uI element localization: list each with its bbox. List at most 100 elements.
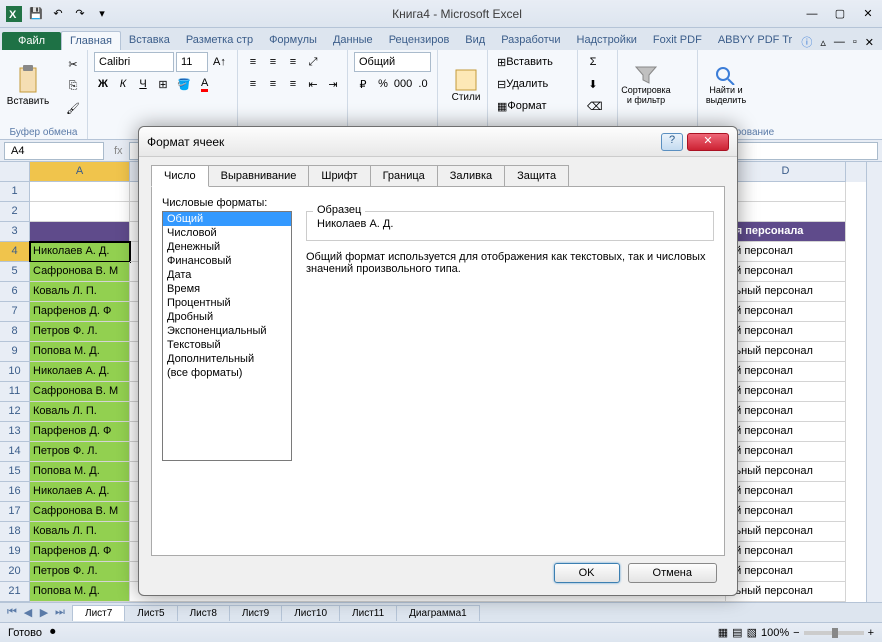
cell[interactable]: ой персонал — [726, 302, 846, 322]
dialog-tab-1[interactable]: Выравнивание — [208, 165, 310, 187]
cell[interactable]: Коваль Л. П. — [30, 402, 130, 422]
close-icon[interactable]: ✕ — [858, 6, 878, 22]
minimize-icon[interactable]: — — [802, 6, 822, 22]
cell[interactable]: Сафронова В. М — [30, 502, 130, 522]
italic-button[interactable]: К — [114, 74, 132, 94]
row-header[interactable]: 1 — [0, 182, 30, 202]
maximize-icon[interactable]: ▢ — [830, 6, 850, 22]
cell[interactable]: ой персонал — [726, 442, 846, 462]
row-header[interactable]: 4 — [0, 242, 30, 262]
dialog-tab-4[interactable]: Заливка — [437, 165, 505, 187]
sheet-nav-prev-icon[interactable]: ◀ — [20, 606, 36, 619]
format-item[interactable]: (все форматы) — [163, 366, 291, 380]
format-item[interactable]: Время — [163, 282, 291, 296]
align-left-icon[interactable]: ≡ — [244, 74, 262, 94]
ribbon-tab-6[interactable]: Вид — [457, 31, 493, 50]
cell[interactable] — [30, 222, 130, 242]
paste-button[interactable]: Вставить — [6, 52, 50, 118]
format-item[interactable]: Числовой — [163, 226, 291, 240]
align-top-icon[interactable]: ≡ — [244, 52, 262, 72]
fill-color-icon[interactable]: 🪣 — [174, 74, 194, 94]
format-item[interactable]: Финансовый — [163, 254, 291, 268]
cell[interactable]: Парфенов Д. Ф — [30, 422, 130, 442]
dialog-tab-5[interactable]: Защита — [504, 165, 569, 187]
cell[interactable]: Николаев А. Д. — [30, 242, 130, 262]
row-header[interactable]: 9 — [0, 342, 30, 362]
cut-icon[interactable]: ✂ — [63, 54, 83, 74]
dialog-tab-2[interactable]: Шрифт — [308, 165, 370, 187]
format-item[interactable]: Общий — [163, 212, 291, 226]
sheet-tab[interactable]: Лист5 — [124, 605, 177, 621]
ribbon-tab-7[interactable]: Разработчи — [493, 31, 568, 50]
cell[interactable]: ой персонал — [726, 242, 846, 262]
cell[interactable]: льный персонал — [726, 582, 846, 602]
zoom-level[interactable]: 100% — [761, 627, 789, 639]
underline-button[interactable]: Ч — [134, 74, 152, 94]
dialog-close-icon[interactable]: ✕ — [687, 133, 729, 151]
row-header[interactable]: 10 — [0, 362, 30, 382]
cell[interactable]: Попова М. Д. — [30, 582, 130, 602]
align-bottom-icon[interactable]: ≡ — [284, 52, 302, 72]
dialog-help-icon[interactable]: ? — [661, 133, 683, 151]
cell[interactable]: Петров Ф. Л. — [30, 562, 130, 582]
row-header[interactable]: 3 — [0, 222, 30, 242]
row-header[interactable]: 16 — [0, 482, 30, 502]
ribbon-tab-4[interactable]: Данные — [325, 31, 381, 50]
doc-minimize-icon[interactable]: — — [834, 36, 845, 48]
sheet-nav-next-icon[interactable]: ▶ — [36, 606, 52, 619]
redo-icon[interactable]: ↷ — [70, 4, 90, 24]
font-name-combo[interactable]: Calibri — [94, 52, 174, 72]
clear-icon[interactable]: ⌫ — [584, 96, 606, 116]
cell[interactable]: Парфенов Д. Ф — [30, 302, 130, 322]
cell[interactable]: Коваль Л. П. — [30, 282, 130, 302]
ribbon-tab-9[interactable]: Foxit PDF — [645, 31, 710, 50]
format-item[interactable]: Дополнительный — [163, 352, 291, 366]
currency-icon[interactable]: ₽ — [354, 74, 372, 94]
save-icon[interactable]: 💾 — [26, 4, 46, 24]
ribbon-tab-1[interactable]: Вставка — [121, 31, 178, 50]
ribbon-minimize-icon[interactable]: ▵ — [820, 36, 826, 49]
cell[interactable]: ой персонал — [726, 542, 846, 562]
insert-cells-button[interactable]: ⊞ Вставить — [494, 52, 556, 72]
align-right-icon[interactable]: ≡ — [284, 74, 302, 94]
zoom-in-icon[interactable]: + — [868, 627, 874, 639]
qat-more-icon[interactable]: ▾ — [92, 4, 112, 24]
col-header-a[interactable]: A — [30, 162, 130, 182]
format-painter-icon[interactable]: 🖌 — [63, 98, 83, 118]
ribbon-tab-3[interactable]: Формулы — [261, 31, 325, 50]
cell[interactable] — [726, 182, 846, 202]
name-box[interactable]: A4 — [4, 142, 104, 160]
cell[interactable]: льный персонал — [726, 342, 846, 362]
excel-icon[interactable]: X — [4, 4, 24, 24]
cell[interactable]: ой персонал — [726, 402, 846, 422]
row-header[interactable]: 6 — [0, 282, 30, 302]
number-format-combo[interactable]: Общий — [354, 52, 431, 72]
cell[interactable]: Сафронова В. М — [30, 262, 130, 282]
font-size-combo[interactable]: 11 — [176, 52, 208, 72]
format-cells-button[interactable]: ▦ Формат — [494, 96, 549, 116]
sheet-nav-first-icon[interactable]: ⏮ — [4, 606, 20, 619]
comma-icon[interactable]: 000 — [394, 74, 412, 94]
indent-dec-icon[interactable]: ⇤ — [304, 74, 322, 94]
cell[interactable]: льный персонал — [726, 282, 846, 302]
fx-icon[interactable]: fx — [108, 145, 129, 157]
file-tab[interactable]: Файл — [2, 32, 61, 50]
row-header[interactable]: 2 — [0, 202, 30, 222]
row-header[interactable]: 20 — [0, 562, 30, 582]
fill-icon[interactable]: ⬇ — [584, 74, 602, 94]
cell[interactable]: льный персонал — [726, 462, 846, 482]
row-header[interactable]: 11 — [0, 382, 30, 402]
row-header[interactable]: 15 — [0, 462, 30, 482]
format-item[interactable]: Денежный — [163, 240, 291, 254]
cell[interactable]: Сафронова В. М — [30, 382, 130, 402]
undo-icon[interactable]: ↶ — [48, 4, 68, 24]
cell[interactable]: Петров Ф. Л. — [30, 322, 130, 342]
row-header[interactable]: 18 — [0, 522, 30, 542]
view-pagebreak-icon[interactable]: ▧ — [747, 626, 757, 639]
format-item[interactable]: Дата — [163, 268, 291, 282]
cell[interactable]: Николаев А. Д. — [30, 482, 130, 502]
row-header[interactable]: 21 — [0, 582, 30, 602]
cell[interactable]: ой персонал — [726, 422, 846, 442]
cell[interactable] — [30, 202, 130, 222]
sheet-tab[interactable]: Лист7 — [72, 605, 125, 621]
